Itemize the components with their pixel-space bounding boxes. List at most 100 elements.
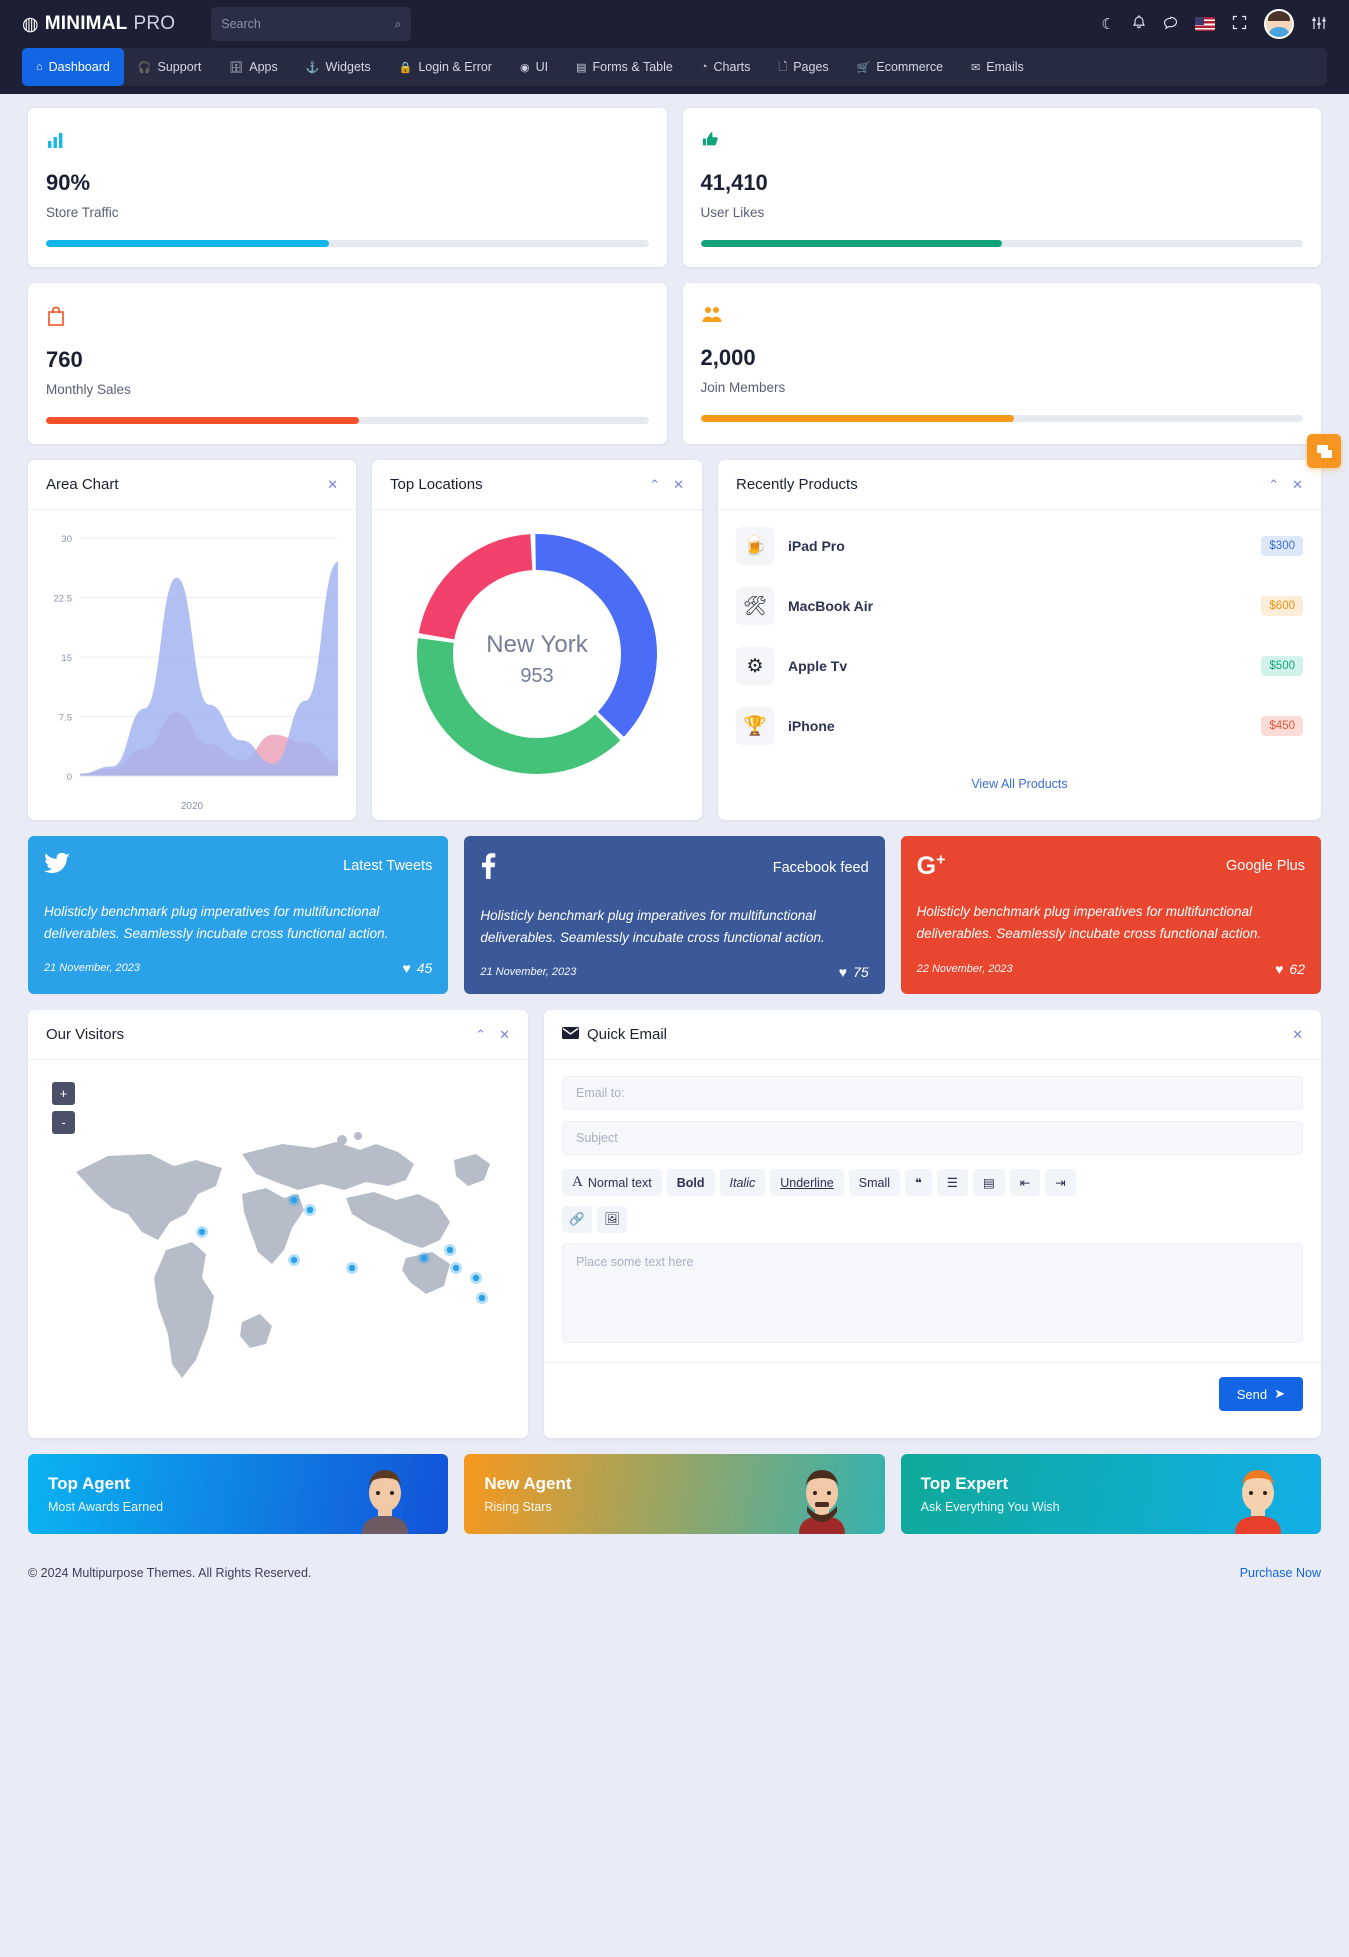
search-icon[interactable]: ⌕ [395, 17, 402, 32]
panel-title: Quick Email [587, 1026, 668, 1044]
main-navigation: ⌂ Dashboard 🎧 Support 🗄 Apps ⚓ Widgets 🔒 Login & … [0, 48, 1349, 94]
collapse-icon[interactable]: ⌃ [475, 1027, 486, 1043]
bullet-list-button[interactable]: ☰ [936, 1169, 968, 1197]
email-to-field[interactable] [562, 1076, 1303, 1111]
panel-title: Recently Products [736, 476, 858, 493]
stats-row-2: 760 Monthly Sales 2,000 Join Members [28, 283, 1321, 444]
nav-list: ⌂ Dashboard 🎧 Support 🗄 Apps ⚓ Widgets 🔒 Login & … [22, 48, 1327, 86]
ordered-list-button[interactable]: ▤ [972, 1169, 1005, 1197]
close-icon[interactable]: ✕ [673, 477, 684, 493]
nav-item-ui[interactable]: ◉ UI [506, 48, 562, 86]
outdent-button[interactable]: ⇤ [1009, 1169, 1041, 1197]
nav-item-label: Emails [986, 60, 1024, 74]
italic-button[interactable]: Italic [719, 1169, 766, 1197]
social-card-footer: 21 November, 2023 ♥ 45 [44, 960, 432, 976]
product-row[interactable]: ⚙ Apple Tv $500 [718, 636, 1321, 696]
nav-item-label: Login & Error [418, 60, 492, 74]
settings-sliders-icon[interactable] [1311, 15, 1327, 34]
dark-mode-icon[interactable]: ☾ [1102, 17, 1115, 32]
underline-button[interactable]: Underline [770, 1169, 844, 1197]
attach-link-button[interactable]: 🔗 [562, 1206, 592, 1234]
email-body-field[interactable] [562, 1243, 1303, 1344]
social-card-text: Holisticly benchmark plug imperatives fo… [480, 908, 825, 945]
collapse-icon[interactable]: ⌃ [1268, 477, 1279, 493]
bold-button[interactable]: Bold [666, 1169, 715, 1197]
nav-item-apps[interactable]: 🗄 Apps [215, 48, 291, 86]
search-input[interactable] [221, 17, 395, 31]
stat-label: Join Members [700, 380, 786, 395]
small-button[interactable]: Small [848, 1169, 901, 1197]
agent-card[interactable]: New Agent Rising Stars [464, 1454, 885, 1535]
product-row[interactable]: 🏆 iPhone $450 [718, 696, 1321, 756]
product-row[interactable]: 🍺 iPad Pro $300 [718, 516, 1321, 576]
donut-chart-body: New York 953 [372, 510, 702, 804]
nav-item-forms-table[interactable]: ▤ Forms & Table [562, 48, 687, 86]
avatar[interactable] [1264, 9, 1294, 39]
social-card-footer: 22 November, 2023 ♥ 62 [917, 961, 1305, 977]
product-row[interactable]: 🛠 MacBook Air $600 [718, 576, 1321, 636]
messages-icon[interactable] [1163, 16, 1178, 33]
topbar-actions: ☾ [1102, 9, 1327, 39]
collapse-icon[interactable]: ⌃ [649, 477, 660, 493]
social-card-date: 21 November, 2023 [44, 962, 141, 975]
language-flag-icon[interactable] [1195, 17, 1215, 31]
indent-button[interactable]: ⇥ [1045, 1169, 1076, 1197]
font-a-icon: A [572, 1174, 583, 1191]
nav-item-emails[interactable]: ✉ Emails [957, 48, 1038, 86]
insert-image-button[interactable]: 🖼 [597, 1206, 627, 1234]
map-zoom-out-button[interactable]: - [52, 1111, 75, 1135]
nav-item-ecommerce[interactable]: 🛒 Ecommerce [843, 48, 957, 86]
nav-item-pages[interactable]: 🗋 Pages [764, 48, 842, 86]
product-price-badge: $500 [1261, 656, 1303, 676]
view-all-products-link[interactable]: View All Products [718, 762, 1321, 807]
fullscreen-icon[interactable] [1232, 15, 1247, 33]
social-card-likes[interactable]: ♥ 45 [402, 960, 432, 976]
search-box[interactable]: ⌕ [211, 7, 412, 41]
stat-value: 2,000 [700, 345, 756, 370]
panel-header: Our Visitors ⌃ ✕ [28, 1010, 528, 1061]
nav-item-charts[interactable]: ◔ Charts [687, 48, 764, 86]
agent-card[interactable]: Top Agent Most Awards Earned [28, 1454, 449, 1535]
nav-item-label: Dashboard [48, 60, 110, 74]
normal-text-button[interactable]: A Normal text [562, 1169, 662, 1197]
nav-item-dashboard[interactable]: ⌂ Dashboard [22, 48, 124, 86]
close-icon[interactable]: ✕ [327, 477, 338, 493]
stat-label: Store Traffic [46, 205, 119, 220]
close-icon[interactable]: ✕ [1292, 1027, 1303, 1043]
send-button[interactable]: Send ➤ [1218, 1377, 1303, 1412]
panel-actions: ⌃ ✕ [649, 477, 684, 493]
theme-panel-button[interactable] [1307, 434, 1341, 468]
map-zoom-in-button[interactable]: + [52, 1082, 75, 1106]
close-icon[interactable]: ✕ [1292, 477, 1303, 493]
social-card-likes[interactable]: ♥ 75 [839, 964, 869, 980]
social-card-likes[interactable]: ♥ 62 [1275, 961, 1305, 977]
close-icon[interactable]: ✕ [499, 1027, 510, 1043]
quick-email-body: A Normal text BoldItalicUnderlineSmall❝☰▤⇤… [544, 1060, 1321, 1348]
nav-item-label: Apps [249, 60, 278, 74]
google-plus-icon: G+ [916, 852, 946, 881]
like-count: 75 [853, 964, 869, 981]
nav-item-support[interactable]: 🎧 Support [124, 48, 215, 86]
email-subject-field[interactable] [562, 1121, 1303, 1156]
stat-card-store-traffic: 90% Store Traffic [28, 108, 667, 267]
svg-text:22.5: 22.5 [54, 594, 73, 605]
panel-header: Area Chart ✕ [28, 460, 356, 510]
blockquote-button[interactable]: ❝ [905, 1169, 932, 1197]
map-zoom-controls: + - [52, 1082, 75, 1140]
toolbar-label: Normal text [587, 1175, 652, 1190]
social-card-header: Facebook feed [480, 853, 869, 883]
nav-item-widgets[interactable]: ⚓ Widgets [292, 48, 385, 86]
nav-item-label: Support [157, 60, 202, 74]
purchase-now-link[interactable]: Purchase Now [1240, 1566, 1321, 1580]
world-map-body: + - [28, 1060, 528, 1438]
agent-card[interactable]: Top Expert Ask Everything You Wish [900, 1454, 1321, 1535]
brand-logo[interactable]: ◍ MINIMAL PRO [22, 13, 175, 35]
notifications-icon[interactable] [1132, 15, 1146, 33]
nav-item-login-error[interactable]: 🔒 Login & Error [385, 48, 506, 86]
social-card-footer: 21 November, 2023 ♥ 75 [480, 964, 868, 980]
panel-actions: ✕ [1292, 1027, 1303, 1043]
stat-value: 760 [46, 347, 83, 372]
social-card: G+ Google Plus Holisticly benchmark plug i… [900, 836, 1321, 995]
panel-actions: ✕ [327, 477, 338, 493]
users-group-icon [701, 305, 1304, 331]
